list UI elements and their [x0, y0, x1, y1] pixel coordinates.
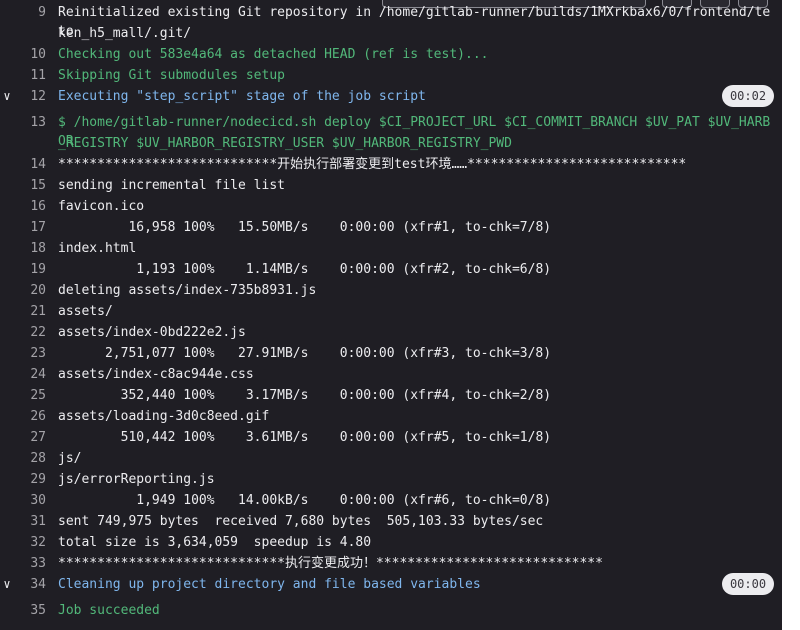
line-text: Job succeeded	[58, 603, 160, 618]
line-number[interactable]: 32	[16, 533, 46, 552]
line-number[interactable]: 12	[16, 87, 46, 106]
job-log-viewer: 9 Reinitialized existing Git repository i…	[0, 0, 800, 630]
page-scrollbar[interactable]	[782, 0, 800, 630]
line-text: ****************************开始执行部署变更到tes…	[58, 157, 687, 172]
line-text: assets/	[58, 304, 113, 319]
line-text: index.html	[58, 241, 137, 256]
line-text: 2,751,077 100% 27.91MB/s 0:00:00 (xfr#3,…	[58, 346, 552, 361]
line-text: Executing "step_script" stage of the job…	[58, 89, 426, 104]
line-text: 16,958 100% 15.50MB/s 0:00:00 (xfr#1, to…	[58, 220, 552, 235]
line-text: ken_h5_mall/.git/	[58, 26, 192, 41]
line-number[interactable]: 33	[16, 554, 46, 573]
line-text: js/	[58, 451, 82, 466]
line-text: assets/index-c8ac944e.css	[58, 367, 254, 382]
line-text: total size is 3,634,059 speedup is 4.80	[58, 535, 372, 550]
line-text: sent 749,975 bytes received 7,680 bytes …	[58, 514, 544, 529]
line-text: 1,193 100% 1.14MB/s 0:00:00 (xfr#2, to-c…	[58, 262, 552, 277]
line-number[interactable]: 9	[16, 3, 46, 22]
line-number[interactable]: 14	[16, 155, 46, 174]
line-text: favicon.ico	[58, 199, 145, 214]
line-number[interactable]: 18	[16, 239, 46, 258]
line-number[interactable]: 31	[16, 512, 46, 531]
line-text: Checking out 583e4a64 as detached HEAD (…	[58, 47, 489, 62]
line-number[interactable]: 34	[16, 575, 46, 594]
line-text: 352,440 100% 3.17MB/s 0:00:00 (xfr#4, to…	[58, 388, 552, 403]
line-number[interactable]: 25	[16, 386, 46, 405]
line-number[interactable]: 10	[16, 45, 46, 64]
line-number[interactable]: 29	[16, 470, 46, 489]
line-number[interactable]: 11	[16, 66, 46, 85]
line-text: assets/index-0bd222e2.js	[58, 325, 246, 340]
line-number[interactable]: 20	[16, 281, 46, 300]
line-number[interactable]: 30	[16, 491, 46, 510]
line-number[interactable]: 27	[16, 428, 46, 447]
line-number[interactable]: 17	[16, 218, 46, 237]
line-number[interactable]: 21	[16, 302, 46, 321]
line-number[interactable]: 15	[16, 176, 46, 195]
line-text: Cleaning up project directory and file b…	[58, 577, 481, 592]
line-number[interactable]: 28	[16, 449, 46, 468]
chevron-down-icon[interactable]: ∨	[0, 575, 14, 594]
line-number[interactable]: 24	[16, 365, 46, 384]
line-number[interactable]: 23	[16, 344, 46, 363]
chevron-down-icon[interactable]: ∨	[0, 87, 14, 106]
line-text: _REGISTRY $UV_HARBOR_REGISTRY_USER $UV_H…	[58, 136, 512, 151]
line-number[interactable]: 26	[16, 407, 46, 426]
line-text: *****************************执行变更成功！****…	[58, 556, 603, 571]
line-text: sending incremental file list	[58, 178, 285, 193]
line-number[interactable]: 13	[16, 113, 46, 132]
line-text: Skipping Git submodules setup	[58, 68, 285, 83]
line-number[interactable]: 22	[16, 323, 46, 342]
line-text: assets/loading-3d0c8eed.gif	[58, 409, 270, 424]
section-duration-badge: 00:02	[722, 85, 774, 107]
line-text: 1,949 100% 14.00kB/s 0:00:00 (xfr#6, to-…	[58, 493, 552, 508]
line-number[interactable]: 19	[16, 260, 46, 279]
line-text: js/errorReporting.js	[58, 472, 215, 487]
line-number[interactable]: 16	[16, 197, 46, 216]
line-text: deleting assets/index-735b8931.js	[58, 283, 317, 298]
line-text: 510,442 100% 3.61MB/s 0:00:00 (xfr#5, to…	[58, 430, 552, 445]
job-log-terminal: 9 Reinitialized existing Git repository i…	[0, 0, 782, 630]
line-number[interactable]: 35	[16, 601, 46, 620]
section-duration-badge: 00:00	[722, 573, 774, 595]
